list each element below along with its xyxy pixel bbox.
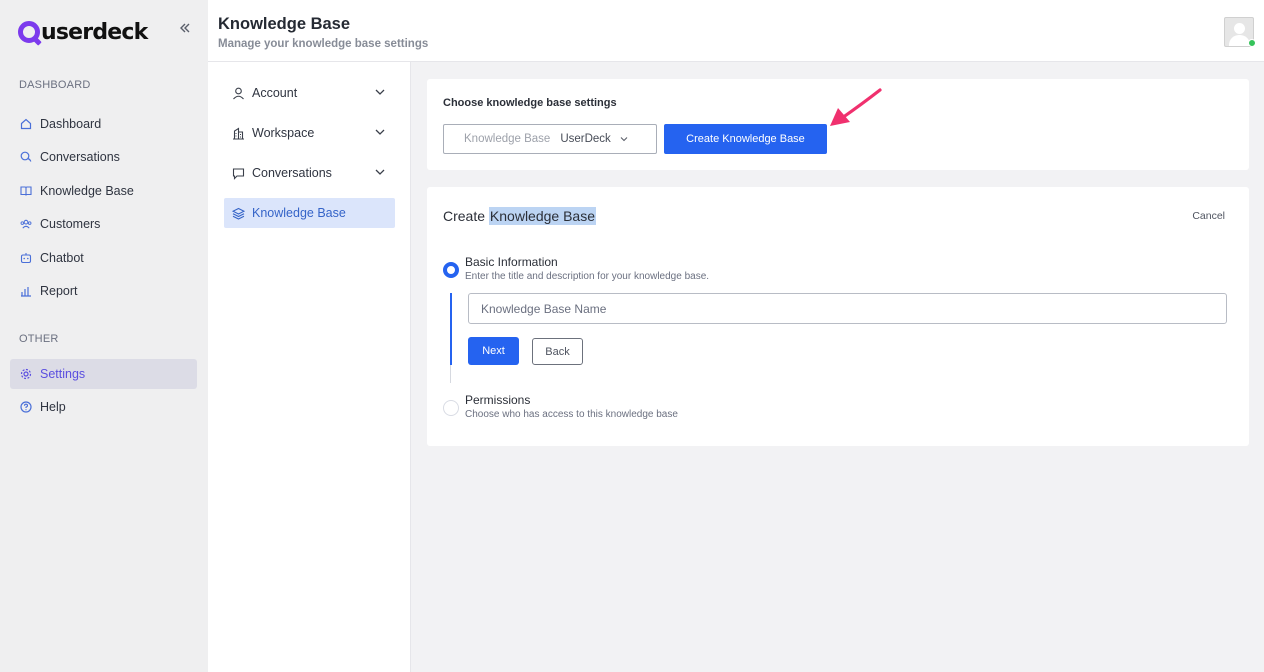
settings-nav-account[interactable]: Account <box>224 78 395 108</box>
annotation-arrow-icon <box>830 88 882 126</box>
settings-nav-workspace[interactable]: Workspace <box>224 118 395 148</box>
sidebar: userdeck DASHBOARD Dashboard Conversatio… <box>0 0 208 672</box>
step-basic-info-description: Enter the title and description for your… <box>465 271 710 282</box>
step-permissions-description: Choose who has access to this knowledge … <box>465 409 678 420</box>
sidebar-item-chatbot[interactable]: Chatbot <box>10 243 197 273</box>
sidebar-item-label: Customers <box>40 217 101 231</box>
step-permissions-radio[interactable] <box>443 400 459 416</box>
section-label-other: OTHER <box>19 333 59 345</box>
bot-icon <box>20 252 32 264</box>
step-progress-line <box>450 293 452 365</box>
settings-nav-conversations[interactable]: Conversations <box>224 158 395 188</box>
create-knowledge-base-button[interactable]: Create Knowledge Base <box>664 124 827 154</box>
step-basic-info-title: Basic Information <box>465 255 558 269</box>
sidebar-item-label: Help <box>40 400 66 414</box>
sidebar-item-label: Settings <box>40 367 86 381</box>
section-label-dashboard: DASHBOARD <box>19 79 91 91</box>
sidebar-item-settings[interactable]: Settings <box>10 359 197 389</box>
message-icon <box>231 166 245 180</box>
sidebar-item-label: Chatbot <box>40 251 84 265</box>
sidebar-item-customers[interactable]: Customers <box>10 209 197 239</box>
logo-mark-icon <box>18 21 40 43</box>
step-basic-info-radio[interactable] <box>443 262 459 278</box>
book-icon <box>20 185 32 197</box>
chat-icon <box>20 151 32 163</box>
create-kb-card: Create Knowledge Base Cancel Basic Infor… <box>427 187 1249 446</box>
next-button[interactable]: Next <box>468 337 519 365</box>
building-icon <box>231 126 245 140</box>
page-subtitle: Manage your knowledge base settings <box>218 38 429 50</box>
settings-nav-label: Knowledge Base <box>252 206 346 220</box>
knowledge-base-select[interactable]: Knowledge Base UserDeck <box>443 124 657 154</box>
back-button[interactable]: Back <box>532 338 583 365</box>
chevron-down-icon <box>620 137 628 142</box>
sidebar-item-knowledge-base[interactable]: Knowledge Base <box>10 176 197 206</box>
avatar-head-shape <box>1234 23 1245 34</box>
page-title: Knowledge Base <box>218 15 351 33</box>
cancel-button[interactable]: Cancel <box>1192 210 1225 222</box>
help-icon <box>20 401 32 413</box>
chevron-down-icon[interactable] <box>374 166 386 178</box>
sidebar-item-help[interactable]: Help <box>10 392 197 422</box>
avatar-body-shape <box>1229 35 1250 46</box>
form-title: Create Knowledge Base <box>443 207 596 225</box>
chart-icon <box>20 285 32 297</box>
settings-nav-label: Conversations <box>252 166 332 180</box>
sidebar-item-label: Dashboard <box>40 117 102 131</box>
sidebar-item-dashboard[interactable]: Dashboard <box>10 109 197 139</box>
online-status-icon <box>1248 39 1256 47</box>
sidebar-item-label: Conversations <box>40 150 120 164</box>
top-header: Knowledge Base Manage your knowledge bas… <box>208 0 1264 62</box>
step-permissions-title: Permissions <box>465 393 531 407</box>
logo[interactable]: userdeck <box>18 18 148 46</box>
settings-nav: Account Workspace Conversations Knowledg… <box>208 62 411 672</box>
select-label: Knowledge Base <box>464 133 551 145</box>
home-icon <box>20 118 32 130</box>
sidebar-item-report[interactable]: Report <box>10 276 197 306</box>
layers-icon <box>231 206 245 220</box>
sidebar-item-label: Report <box>40 284 78 298</box>
knowledge-base-name-input[interactable] <box>468 293 1227 324</box>
sidebar-item-label: Knowledge Base <box>40 184 134 198</box>
collapse-sidebar-icon[interactable] <box>175 19 195 39</box>
form-title-highlight: Knowledge Base <box>488 207 596 225</box>
gear-icon <box>20 368 32 380</box>
form-title-prefix: Create <box>443 208 486 224</box>
settings-nav-label: Account <box>252 86 298 100</box>
user-icon <box>231 86 245 100</box>
sidebar-item-conversations[interactable]: Conversations <box>10 142 197 172</box>
chevron-down-icon[interactable] <box>374 126 386 138</box>
chevron-down-icon[interactable] <box>374 86 386 98</box>
users-icon <box>20 218 32 230</box>
step-connector-line <box>450 365 451 383</box>
logo-text: userdeck <box>41 19 148 45</box>
settings-nav-label: Workspace <box>252 126 315 140</box>
kb-settings-heading: Choose knowledge base settings <box>443 97 617 109</box>
select-value: UserDeck <box>560 133 611 145</box>
settings-nav-knowledge-base[interactable]: Knowledge Base <box>224 198 395 228</box>
